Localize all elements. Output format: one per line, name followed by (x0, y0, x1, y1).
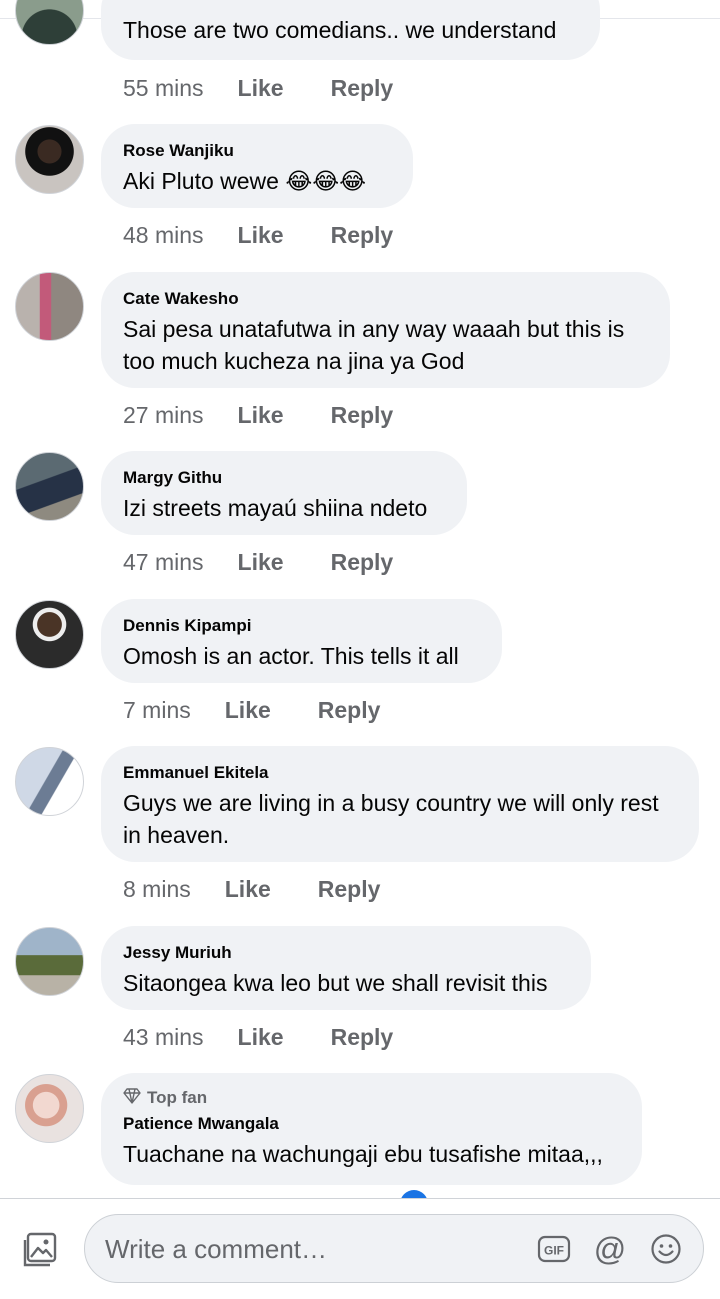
comment-bubble[interactable]: Margy Githu Izi streets mayaú shiina nde… (101, 451, 467, 535)
comment-author[interactable]: Cate Wakesho (123, 288, 648, 310)
comment-bubble[interactable]: Top fan Patience Mwangala Tuachane na wa… (101, 1073, 642, 1185)
comment-time[interactable]: 27 mins (123, 402, 204, 429)
mention-icon[interactable]: @ (593, 1232, 627, 1266)
comment-bubble[interactable]: Emmanuel Ekitela Guys we are living in a… (101, 746, 699, 862)
comment-text: Those are two comedians.. we understand (123, 17, 557, 43)
like-button[interactable]: Like (238, 402, 284, 429)
comment-bubble[interactable]: Dennis Kipampi Omosh is an actor. This t… (101, 599, 502, 683)
diamond-icon (123, 1087, 141, 1109)
reply-button[interactable]: Reply (331, 1024, 394, 1051)
comment-bubble[interactable]: Those are two comedians.. we understand (101, 0, 600, 60)
comment-author[interactable]: Patience Mwangala (123, 1113, 620, 1135)
comment-text: Sai pesa unatafutwa in any way waaah but… (123, 316, 625, 374)
comment-author[interactable]: Emmanuel Ekitela (123, 762, 677, 784)
comment-bubble[interactable]: Rose Wanjiku Aki Pluto wewe 😂😂😂 (101, 124, 413, 208)
comment-time[interactable]: 8 mins (123, 876, 191, 903)
top-fan-badge: Top fan (123, 1087, 620, 1109)
comment-meta: 47 mins Like Reply (123, 547, 393, 577)
comment-meta: 8 mins Like Reply (123, 874, 380, 904)
comment-time[interactable]: 47 mins (123, 549, 204, 576)
comment-meta: 48 mins Like Reply (123, 220, 393, 250)
reply-button[interactable]: Reply (318, 876, 381, 903)
comment-time[interactable]: 48 mins (123, 222, 204, 249)
comment-input[interactable]: Write a comment… GIF @ (84, 1214, 704, 1283)
comment-text: Guys we are living in a busy country we … (123, 790, 659, 848)
comment-time[interactable]: 55 mins (123, 75, 204, 102)
comment-author[interactable]: Jessy Muriuh (123, 942, 569, 964)
like-button[interactable]: Like (238, 549, 284, 576)
avatar[interactable] (15, 272, 84, 341)
top-fan-label: Top fan (147, 1088, 208, 1107)
avatar[interactable] (15, 600, 84, 669)
comment-author[interactable]: Margy Githu (123, 467, 445, 489)
emoji-icon[interactable] (649, 1232, 683, 1266)
avatar[interactable] (15, 452, 84, 521)
like-button[interactable]: Like (238, 75, 284, 102)
like-button[interactable]: Like (238, 1024, 284, 1051)
gif-icon[interactable]: GIF (537, 1232, 571, 1266)
comment-time[interactable]: 7 mins (123, 697, 191, 724)
avatar[interactable] (15, 747, 84, 816)
comment-text: Tuachane na wachungaji ebu tusafishe mit… (123, 1141, 603, 1167)
gif-label: GIF (544, 1244, 564, 1258)
reply-button[interactable]: Reply (331, 222, 394, 249)
like-button[interactable]: Like (225, 876, 271, 903)
avatar[interactable] (15, 927, 84, 996)
comment-meta: 27 mins Like Reply (123, 400, 393, 430)
comment-text: Aki Pluto wewe 😂😂😂 (123, 168, 366, 194)
comment-placeholder: Write a comment… (105, 1234, 328, 1264)
comment-bubble[interactable]: Jessy Muriuh Sitaongea kwa leo but we sh… (101, 926, 591, 1010)
mention-label: @ (593, 1231, 627, 1267)
avatar[interactable] (15, 0, 84, 45)
comment-time[interactable]: 43 mins (123, 1024, 204, 1051)
like-button[interactable]: Like (238, 222, 284, 249)
comment-list[interactable]: Those are two comedians.. we understand … (0, 0, 720, 1198)
avatar[interactable] (15, 1074, 84, 1143)
comment-author[interactable]: Dennis Kipampi (123, 615, 480, 637)
reply-button[interactable]: Reply (318, 697, 381, 724)
comment-text: Sitaongea kwa leo but we shall revisit t… (123, 970, 548, 996)
reply-button[interactable]: Reply (331, 549, 394, 576)
photo-icon[interactable] (22, 1231, 60, 1269)
comment-bubble[interactable]: Cate Wakesho Sai pesa unatafutwa in any … (101, 272, 670, 388)
comment-text: Omosh is an actor. This tells it all (123, 643, 459, 669)
comment-meta: 7 mins Like Reply (123, 695, 380, 725)
reply-button[interactable]: Reply (331, 402, 394, 429)
avatar[interactable] (15, 125, 84, 194)
comment-meta: 55 mins Like Reply (123, 73, 393, 103)
like-button[interactable]: Like (225, 697, 271, 724)
reply-button[interactable]: Reply (331, 75, 394, 102)
comment-meta: 43 mins Like Reply (123, 1022, 393, 1052)
comment-composer: Write a comment… GIF @ (0, 1199, 720, 1299)
comment-author[interactable]: Rose Wanjiku (123, 140, 391, 162)
comment-text: Izi streets mayaú shiina ndeto (123, 495, 428, 521)
